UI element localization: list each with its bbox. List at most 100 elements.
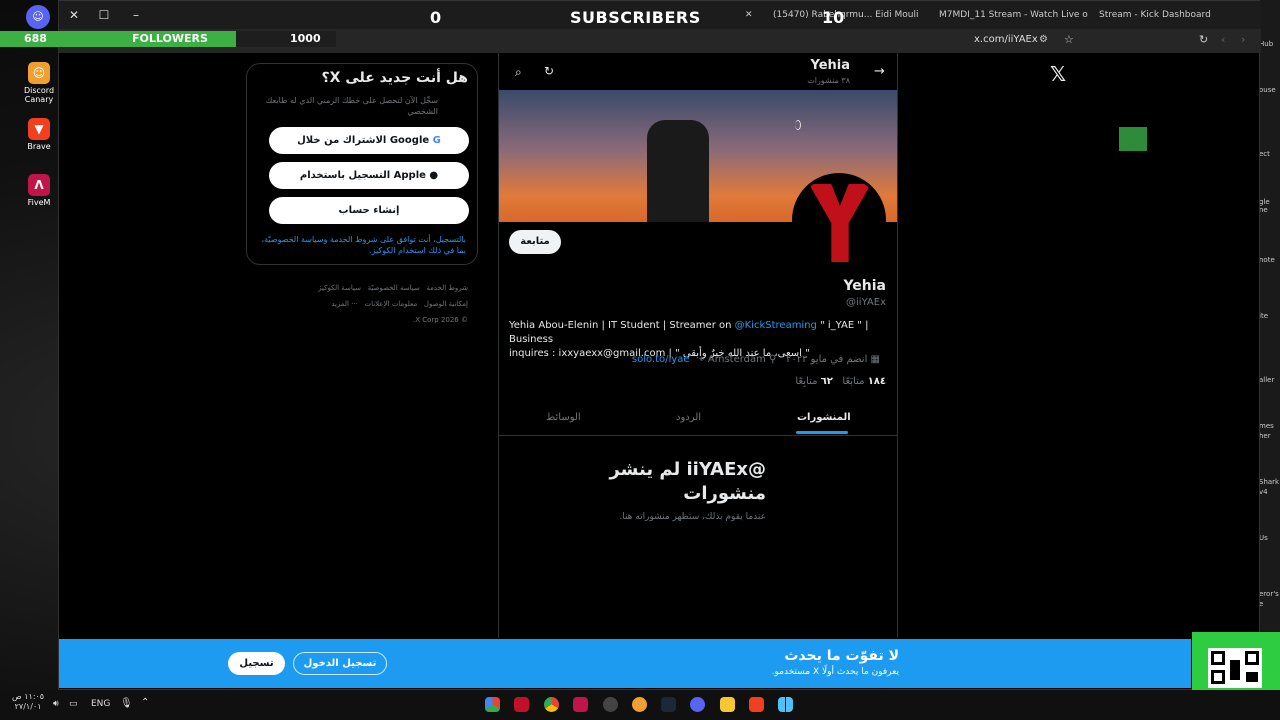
taskbar-clock[interactable]: ١١:٠٥ ص ٢٧/١/٠١ (12, 692, 44, 712)
strip-label: Us (1259, 534, 1268, 542)
followers-progress-bar: 688 FOLLOWERS (0, 31, 236, 47)
qr-code-widget (1192, 632, 1280, 690)
brave-taskbar-icon[interactable] (749, 697, 764, 712)
clock-time: ١١:٠٥ ص (12, 692, 45, 701)
following-label[interactable]: متابَعًا (842, 376, 864, 387)
site-settings-icon[interactable]: ⚙ (1039, 34, 1048, 45)
refresh-icon[interactable]: ↻ (544, 64, 554, 78)
strip-label: note (1259, 256, 1275, 264)
strip-label: aller (1259, 376, 1275, 384)
windows-start-icon[interactable] (778, 697, 793, 712)
google-signup-button[interactable]: الاشتراك من خلال Google G (269, 127, 469, 154)
reload-icon[interactable]: ↻ (1199, 33, 1208, 46)
language-indicator[interactable]: ENG (91, 699, 110, 709)
tabs-divider (499, 435, 897, 436)
followers-count-profile[interactable]: ٦٢ (821, 376, 833, 387)
footer-link[interactable]: إمكانية الوصول (424, 300, 468, 308)
close-window-button[interactable]: ✕ (63, 5, 85, 25)
terms-text[interactable]: بالتسجيل، أنت توافق على شروط الخدمة وسيا… (252, 234, 466, 256)
footer-link[interactable]: شروط الخدمة (426, 284, 468, 292)
microphone-icon[interactable]: 🎙︎ (120, 698, 133, 709)
tray-chevron-icon[interactable]: ⌃ (141, 697, 149, 708)
footer-link[interactable]: سياسة الخصوصيّة (368, 284, 420, 292)
tab-kick-dashboard[interactable]: Stream - Kick Dashboard (1099, 4, 1229, 26)
followers-bar-remainder: 1000 (236, 31, 336, 47)
bookmark-icon[interactable]: ☆ (1064, 33, 1074, 46)
desktop-icon-discord-canary[interactable]: ☺ Discord Canary (14, 62, 64, 104)
signup-bar-subtitle: يعرفون ما يحدث أولًا X مستخدمو. (771, 667, 899, 677)
forward-icon[interactable]: › (1241, 33, 1245, 46)
empty-state-subtitle: عندما يقوم بذلك، ستظهر منشوراته هنا. (619, 512, 766, 522)
taskbar-app-icon[interactable] (514, 697, 529, 712)
signup-card-subtitle: سجِّل الآن لتحصل على خطك الزمني الذي له … (265, 96, 438, 116)
followers-goal: 1000 (290, 32, 321, 45)
location-icon: ⌖ (699, 354, 705, 365)
taskbar-app-icon[interactable] (603, 697, 618, 712)
chrome-icon[interactable] (544, 697, 559, 712)
login-button[interactable]: تسجيل الدخول (293, 652, 387, 675)
footer-link[interactable]: ··· المزيد (331, 300, 358, 308)
joined-date: انضم في مايو ٢٠٢٣ (785, 354, 868, 365)
file-explorer-icon[interactable] (720, 697, 735, 712)
followers-label: FOLLOWERS (132, 32, 208, 45)
desktop-icon-fivem[interactable]: Λ FiveM (14, 174, 64, 207)
desktop-icon-label: Discord Canary (23, 86, 55, 104)
right-desktop-strip: Hub ouse ect gle ne note ite aller mes h… (1258, 0, 1280, 690)
tab-youtube[interactable]: (15470) Rabehqrmu... Eidi Mouli (773, 4, 923, 26)
fivem-icon: Λ (28, 174, 50, 196)
bio-text: Yehia Abou-Elenin | IT Student | Streame… (509, 320, 735, 331)
strip-label: ite (1259, 312, 1268, 320)
tab-replies[interactable]: الردود (676, 412, 701, 423)
avatar[interactable] (792, 173, 886, 267)
back-arrow-icon[interactable]: → (874, 64, 885, 79)
following-count[interactable]: ١٨٤ (868, 376, 886, 387)
signup-button[interactable]: تسجيل (228, 652, 285, 675)
strip-label: ect (1259, 150, 1270, 158)
followers-label-profile[interactable]: متابِعًا (795, 376, 817, 387)
search-icon[interactable]: ⌕ (515, 65, 522, 80)
desktop-icon-brave[interactable]: ▼ Brave (14, 118, 64, 151)
strip-label: v4 (1259, 488, 1268, 496)
volume-icon[interactable]: 🔊︎ (53, 699, 59, 709)
strip-label: e (1259, 600, 1264, 608)
clock-date: ٢٧/١/٠١ (14, 702, 42, 711)
tab-kick-stream[interactable]: M7MDI_11 Stream - Watch Live o (939, 4, 1089, 26)
apple-signup-label: التسجيل باستخدام Apple (299, 170, 426, 181)
minimize-button[interactable]: – (125, 5, 147, 25)
create-account-button[interactable]: إنشاء حساب (269, 197, 469, 224)
discord-taskbar-icon[interactable] (690, 697, 705, 712)
x-logo-icon[interactable]: 𝕏 (1050, 62, 1066, 86)
follow-counts: ١٨٤ متابَعًا ٦٢ متابِعًا (760, 376, 886, 387)
url-field[interactable]: x.com/iiYAEx (974, 34, 1038, 45)
apple-signup-button[interactable]: التسجيل باستخدام Apple ● (269, 162, 469, 189)
profile-name: Yehia (843, 278, 886, 294)
stream-widget-box (1119, 127, 1147, 151)
fivem-taskbar-icon[interactable] (573, 697, 588, 712)
taskbar-app-icon[interactable] (485, 697, 500, 712)
moon-icon (795, 120, 801, 130)
footer-link[interactable]: معلومات الإعلانات (365, 300, 418, 308)
desktop-icon-label: Brave (27, 142, 51, 151)
steam-icon[interactable] (661, 697, 676, 712)
subscribers-goal: 10 (822, 8, 845, 27)
bio-mention-link[interactable]: @KickStreaming (735, 320, 817, 331)
footer-link[interactable]: سياسة الكوكيز (318, 284, 361, 292)
tab-posts[interactable]: المنشورات (797, 412, 851, 423)
maximize-button[interactable]: ☐ (93, 5, 115, 25)
signup-card-title: هل أنت جديد على X؟ (321, 70, 468, 86)
network-icon[interactable]: ▭ (69, 699, 78, 709)
banner-silhouette (647, 120, 709, 222)
follow-button[interactable]: متابعة (509, 230, 561, 254)
strip-label: ne (1259, 206, 1268, 214)
back-icon[interactable]: ‹ (1221, 33, 1225, 46)
discord-canary-taskbar-icon[interactable] (632, 697, 647, 712)
profile-header-posts: ٣٨ منشورات (807, 76, 850, 85)
calendar-icon: ▦ (870, 354, 880, 365)
signup-bar-title: لا تفوّت ما يحدث (784, 648, 899, 664)
subscribers-count: 0 (430, 8, 442, 27)
tab-media[interactable]: الوسائط (546, 412, 581, 423)
signup-bottom-bar: لا تفوّت ما يحدث يعرفون ما يحدث أولًا X … (59, 639, 1191, 688)
profile-website-link[interactable]: solo.to/iyae (632, 354, 690, 365)
footer-links: شروط الخدمة سياسة الخصوصيّة سياسة الكوكي… (282, 280, 468, 328)
strip-label: ouse (1259, 86, 1276, 94)
